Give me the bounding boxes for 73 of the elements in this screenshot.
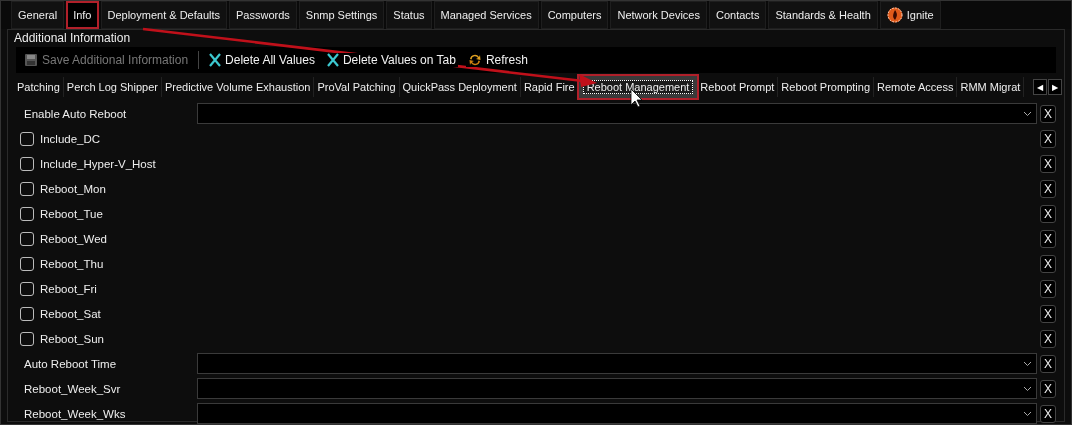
chevron-down-icon: [1023, 385, 1032, 392]
checkbox[interactable]: [20, 231, 34, 246]
main-tab[interactable]: Info: [66, 1, 99, 29]
sub-tab[interactable]: QuickPass Deployment: [399, 77, 521, 97]
checkbox[interactable]: [20, 306, 34, 321]
scroll-button[interactable]: ◀: [1033, 79, 1047, 95]
sub-tab[interactable]: Patching: [14, 77, 64, 97]
main-tab[interactable]: Passwords: [229, 1, 297, 29]
checkbox[interactable]: [20, 181, 34, 196]
clear-button[interactable]: X: [1040, 279, 1056, 298]
toolbar-button[interactable]: Delete Values on Tab: [324, 53, 458, 67]
field-label: Reboot_Week_Wks: [23, 407, 127, 420]
main-tab[interactable]: Computers: [540, 1, 609, 29]
checkbox[interactable]: [20, 256, 34, 271]
main-tab[interactable]: Managed Services: [433, 1, 539, 29]
clear-button[interactable]: X: [1040, 204, 1056, 223]
clear-button[interactable]: X: [1040, 304, 1056, 323]
checkbox-label: Reboot_Sun: [40, 332, 104, 345]
checkbox[interactable]: [20, 206, 34, 221]
clear-button[interactable]: X: [1040, 154, 1056, 173]
main-tab[interactable]: Contacts: [708, 1, 767, 29]
main-tab[interactable]: Ignite: [879, 1, 941, 29]
sub-tab[interactable]: Predictive Volume Exhaustion: [161, 77, 315, 97]
refresh-icon: [467, 53, 482, 67]
checkbox[interactable]: [20, 281, 34, 296]
delete-icon: [209, 53, 222, 67]
checkbox[interactable]: [20, 331, 34, 346]
sub-tab[interactable]: RMM Migrat: [957, 77, 1025, 97]
sub-tab[interactable]: Reboot Prompting: [778, 77, 874, 97]
sub-tab[interactable]: Perch Log Shipper: [63, 77, 162, 97]
sub-tab[interactable]: Reboot Prompt: [697, 77, 779, 97]
checkbox-label: Reboot_Wed: [40, 232, 107, 245]
clear-button[interactable]: X: [1040, 254, 1056, 273]
main-tab[interactable]: Deployment & Defaults: [100, 1, 227, 29]
clear-button[interactable]: X: [1040, 229, 1056, 248]
checkbox-label: Include_DC: [40, 132, 101, 145]
checkbox-label: Include_Hyper-V_Host: [40, 157, 156, 170]
dropdown-field[interactable]: [197, 403, 1037, 424]
main-tab[interactable]: Standards & Health: [768, 1, 878, 29]
dropdown-field[interactable]: [197, 103, 1037, 124]
main-tab[interactable]: Snmp Settings: [298, 1, 385, 29]
sub-tab[interactable]: Remote Access: [874, 77, 958, 97]
scroll-button[interactable]: ▶: [1048, 79, 1062, 95]
chevron-down-icon: [1023, 110, 1032, 117]
clear-button[interactable]: X: [1040, 179, 1056, 198]
checkbox-label: Reboot_Thu: [40, 257, 104, 270]
field-label: Auto Reboot Time: [23, 357, 118, 370]
chevron-down-icon: [1023, 410, 1032, 417]
main-tab[interactable]: Status: [386, 1, 432, 29]
checkbox-label: Reboot_Mon: [40, 182, 106, 195]
checkbox-label: Reboot_Fri: [40, 282, 97, 295]
clear-button[interactable]: X: [1040, 129, 1056, 148]
field-label: Enable Auto Reboot: [23, 107, 128, 120]
clear-button[interactable]: X: [1040, 404, 1056, 423]
clear-button[interactable]: X: [1040, 329, 1056, 348]
checkbox-label: Reboot_Sat: [40, 307, 101, 320]
main-tab[interactable]: Network Devices: [610, 1, 707, 29]
toolbar-button[interactable]: Refresh: [465, 53, 530, 67]
field-label: Reboot_Week_Svr: [23, 382, 122, 395]
main-tab[interactable]: General: [11, 1, 65, 29]
dropdown-field[interactable]: [197, 353, 1037, 374]
clear-button[interactable]: X: [1040, 379, 1056, 398]
clear-button[interactable]: X: [1040, 354, 1056, 373]
checkbox[interactable]: [20, 131, 34, 146]
toolbar-button[interactable]: Delete All Values: [207, 53, 317, 67]
chevron-down-icon: [1023, 360, 1032, 367]
dropdown-field[interactable]: [197, 378, 1037, 399]
checkbox-label: Reboot_Tue: [40, 207, 103, 220]
checkbox[interactable]: [20, 156, 34, 171]
clear-button[interactable]: X: [1040, 104, 1056, 123]
group-title: Additional Information: [13, 30, 132, 47]
delete-icon: [326, 53, 339, 67]
sub-tab[interactable]: ProVal Patching: [314, 77, 400, 97]
